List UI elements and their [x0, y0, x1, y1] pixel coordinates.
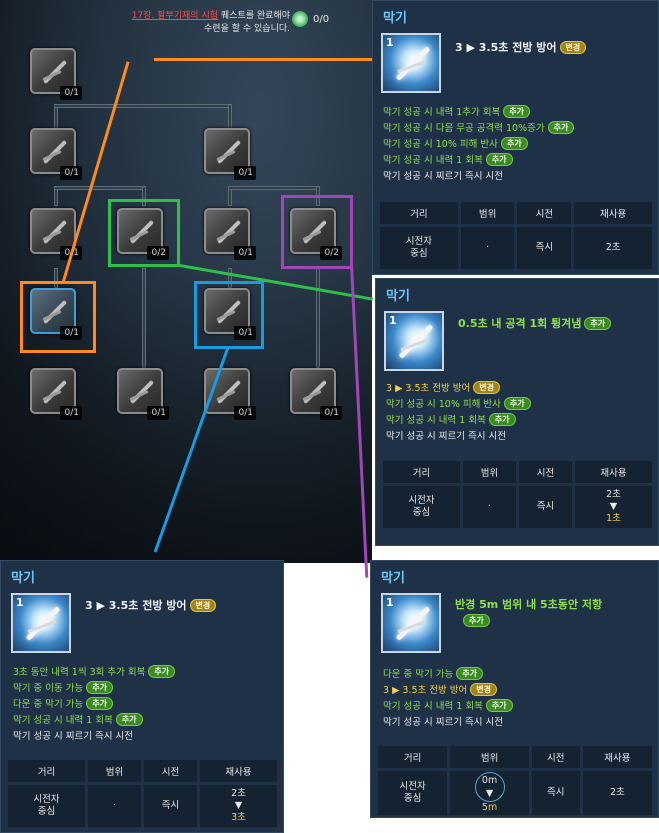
- tree-connector: [54, 186, 146, 190]
- highlight-orange: [20, 281, 96, 353]
- skill-node[interactable]: 0/1: [30, 128, 82, 180]
- add-badge: 추가: [148, 665, 176, 678]
- skill-headline: 반경 5m 범위 내 5초동안 저항 추가: [455, 598, 603, 627]
- skill-node[interactable]: 0/1: [117, 368, 169, 420]
- skill-headline: 3 ▶ 3.5초 전방 방어 변경: [85, 597, 217, 613]
- add-badge: 추가: [488, 413, 516, 426]
- change-badge: 변경: [189, 599, 217, 612]
- skill-info-table: 거리 범위 시전 재사용 시전자 중심 0m ▼ 5m 즉시 2초: [375, 743, 655, 818]
- block-skill-icon: 1: [384, 311, 444, 371]
- skill-tooltip-4: 막기 1 반경 5m 범위 내 5초동안 저항 추가 다운 중 막기 가능 추가 3…: [370, 560, 659, 818]
- spiral-icon: [292, 11, 308, 27]
- effect-list: 3초 동안 내력 1씩 3회 추가 회복 추가 막기 중 이동 가능 추가 다운 중…: [13, 665, 176, 745]
- highlight-blue: [194, 281, 264, 349]
- skill-tooltip-3: 막기 1 3 ▶ 3.5초 전방 방어 변경 3초 동안 내력 1씩 3회 추가 …: [0, 560, 284, 833]
- training-point-counter: 0/0: [292, 11, 329, 27]
- add-badge: 추가: [485, 699, 513, 712]
- block-skill-icon: 1: [11, 593, 71, 653]
- effect-list: 다운 중 막기 가능 추가 3 ▶ 3.5초 전방 방어 변경 막기 성공 시 내력…: [383, 667, 513, 731]
- tree-connector: [228, 104, 232, 130]
- change-badge: 변경: [559, 41, 587, 54]
- skill-node[interactable]: 0/1: [204, 128, 256, 180]
- quest-requirement: 17장. 팔부기재의 시험 퀘스트를 완료해야 수련을 할 수 있습니다.: [131, 11, 290, 34]
- skill-info-table: 거리 범위 시전 재사용 시전자 중심 · 즉시 2초 ▼ 1초: [380, 458, 655, 531]
- add-badge: 추가: [547, 121, 575, 134]
- tree-connector: [142, 268, 146, 368]
- add-badge: 추가: [463, 614, 490, 627]
- highlight-purple: [281, 195, 353, 269]
- skill-info-table: 거리 범위 시전 재사용 시전자 중심 · 즉시 2초 ▼ 3초: [5, 757, 280, 830]
- skill-node[interactable]: 0/1: [204, 208, 256, 260]
- skill-tooltip-1: 막기 1 3 ▶ 3.5초 전방 방어 변경 막기 성공 시 내력 1추가 회복 추…: [372, 0, 659, 275]
- tree-connector: [316, 268, 320, 368]
- add-badge: 추가: [503, 105, 531, 118]
- effect-list: 3 ▶ 3.5초 전방 방어 변경 막기 성공 시 10% 피해 반사 추가 막기 …: [386, 381, 531, 445]
- change-badge: 변경: [473, 381, 500, 394]
- add-badge: 추가: [86, 697, 113, 710]
- skill-node[interactable]: 0/1: [30, 368, 82, 420]
- skill-info-table: 거리 범위 시전 재사용 시전자 중심 · 즉시 2초: [377, 199, 655, 272]
- skill-node[interactable]: 0/1: [30, 208, 82, 260]
- tree-connector: [54, 104, 232, 108]
- add-badge: 추가: [86, 681, 113, 694]
- skill-node[interactable]: 0/1: [290, 368, 342, 420]
- skill-tooltip-2: 막기 1 0.5초 내 공격 1회 튕겨냄 추가 3 ▶ 3.5초 전방 방어 변경…: [375, 278, 659, 546]
- effect-list: 막기 성공 시 내력 1추가 회복 추가 막기 성공 시 다음 무공 공격력 10…: [383, 105, 575, 185]
- skill-node[interactable]: 0/1: [30, 48, 82, 100]
- block-skill-icon: 1: [381, 33, 441, 93]
- add-badge: 추가: [485, 153, 513, 166]
- highlight-green: [108, 199, 180, 267]
- tree-connector: [228, 186, 320, 190]
- block-skill-icon: 1: [381, 593, 441, 653]
- add-badge: 추가: [584, 317, 612, 330]
- add-badge: 추가: [500, 137, 528, 150]
- quest-link[interactable]: 17장. 팔부기재의 시험: [132, 11, 218, 21]
- skill-headline: 3 ▶ 3.5초 전방 방어 변경: [455, 39, 587, 55]
- add-badge: 추가: [115, 713, 143, 726]
- add-badge: 추가: [503, 397, 531, 410]
- change-badge: 변경: [470, 683, 497, 696]
- callout-line-orange-h: [154, 58, 374, 61]
- skill-headline: 0.5초 내 공격 1회 튕겨냄 추가: [458, 315, 612, 331]
- add-badge: 추가: [456, 667, 483, 680]
- range-ring-icon: 0m ▼: [474, 772, 505, 802]
